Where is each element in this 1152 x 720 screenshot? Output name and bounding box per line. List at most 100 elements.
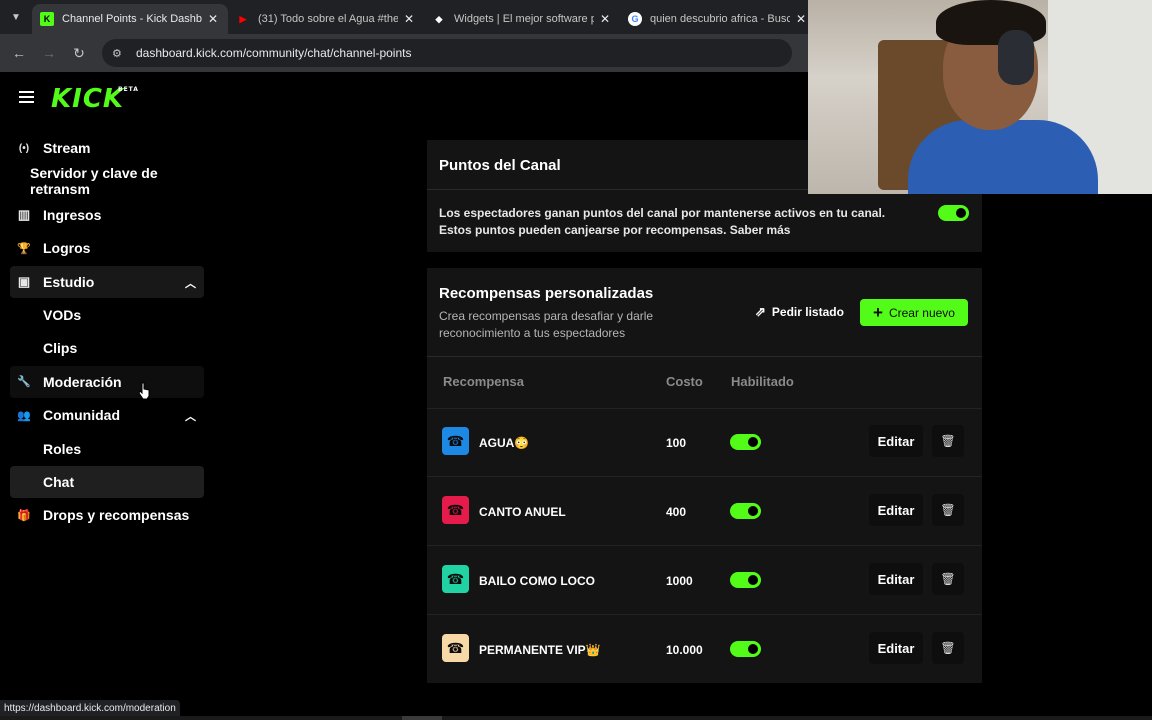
tab-close-icon[interactable]: ✕ <box>794 12 808 26</box>
reward-icon: ☎ <box>442 634 469 662</box>
sidebar-item-ingresos[interactable]: ▥ Ingresos <box>10 199 204 231</box>
sidebar-item-drops[interactable]: 🎁 Drops y recompensas <box>10 499 204 531</box>
mouse-cursor-icon <box>138 382 150 400</box>
sidebar-item-label: Estudio <box>43 273 95 290</box>
sidebar-item-estudio[interactable]: ▣ Estudio ︿ <box>10 265 204 298</box>
table-row: ☎ BAILO COMO LOCO 1000 Editar 🗑 <box>427 546 982 615</box>
broadcast-icon: (•) <box>18 142 30 154</box>
reward-name: BAILO COMO LOCO <box>479 574 595 588</box>
edit-button[interactable]: Editar <box>869 425 923 457</box>
list-chart-icon: ⇗ <box>755 304 766 319</box>
sidebar-item-label: Stream <box>43 140 91 156</box>
sidebar-item-label: Servidor y clave de retransm <box>30 165 158 198</box>
browser-tab[interactable]: ▶ (31) Todo sobre el Agua #thefo ✕ <box>228 4 424 34</box>
table-row: ☎ AGUA😳 100 Editar 🗑 <box>427 408 982 477</box>
tab-title: (31) Todo sobre el Agua #thefo <box>258 13 398 25</box>
reload-icon[interactable]: ↻ <box>64 45 94 62</box>
back-arrow-icon[interactable]: ← <box>4 45 34 61</box>
table-row: ☎ PERMANENTE VIP👑 10.000 Editar 🗑 <box>427 615 982 684</box>
sidebar-item-moderacion[interactable]: 🔧 Moderación <box>10 365 204 398</box>
edit-button[interactable]: Editar <box>869 494 923 526</box>
button-label: Pedir listado <box>771 305 844 319</box>
kick-favicon-icon: K <box>40 12 54 26</box>
section-title: Recompensas personalizadas <box>439 285 654 302</box>
tab-search-chevron-icon[interactable]: ▼ <box>0 0 32 34</box>
channel-points-description: Los espectadores ganan puntos del canal … <box>439 206 886 237</box>
headset-icon <box>998 30 1034 85</box>
plus-icon: + <box>873 302 883 322</box>
forward-arrow-icon[interactable]: → <box>34 45 64 61</box>
reward-icon: ☎ <box>442 565 469 593</box>
reward-enabled-toggle[interactable] <box>730 572 761 588</box>
wrench-icon: 🔧 <box>17 376 31 389</box>
sidebar-item-vods[interactable]: VODs <box>10 299 204 331</box>
sidebar-item-label: Ingresos <box>43 206 102 223</box>
community-icon: 👥 <box>17 409 31 422</box>
edit-button[interactable]: Editar <box>869 563 923 595</box>
create-new-button[interactable]: + Crear nuevo <box>860 299 968 326</box>
reward-cost: 1000 <box>666 574 693 588</box>
column-header-enabled: Habilitado <box>731 374 794 389</box>
address-bar[interactable]: ⚙ dashboard.kick.com/community/chat/chan… <box>102 39 792 67</box>
sidebar-item-logros[interactable]: 🏆 Logros <box>10 232 204 264</box>
reward-cost: 10.000 <box>666 643 703 657</box>
tab-close-icon[interactable]: ✕ <box>206 12 220 26</box>
browser-tab[interactable]: ◆ Widgets | El mejor software pa ✕ <box>424 4 620 34</box>
edit-button[interactable]: Editar <box>869 632 923 664</box>
sidebar-item-label: Logros <box>43 240 91 257</box>
reward-cost: 100 <box>666 436 687 450</box>
section-description: Crea recompensas para desafiar y darle r… <box>439 309 654 340</box>
sidebar-item-label: VODs <box>43 306 82 323</box>
logo-text: KICK <box>51 84 125 114</box>
tab-close-icon[interactable]: ✕ <box>598 12 612 26</box>
kick-logo[interactable]: KICK BETA <box>51 84 138 114</box>
reward-cost: 400 <box>666 505 687 519</box>
browser-tab[interactable]: G quien descubrio africa - Buscar ✕ <box>620 4 816 34</box>
horizontal-scrollbar[interactable] <box>0 716 1152 720</box>
reward-icon: ☎ <box>442 496 469 524</box>
request-list-button[interactable]: ⇗ Pedir listado <box>745 299 854 325</box>
reward-icon: ☎ <box>442 427 469 455</box>
reward-name: AGUA😳 <box>479 436 530 450</box>
tab-close-icon[interactable]: ✕ <box>402 12 416 26</box>
divider <box>427 356 982 357</box>
link-status-bubble: https://dashboard.kick.com/moderation <box>0 700 180 716</box>
trash-icon[interactable]: 🗑 <box>932 563 964 595</box>
channel-points-toggle[interactable] <box>938 205 969 221</box>
google-favicon-icon: G <box>628 12 642 26</box>
chevron-up-icon[interactable]: ︿ <box>185 275 196 291</box>
sidebar-item-stream[interactable]: (•) Stream <box>10 132 204 164</box>
widgets-favicon-icon: ◆ <box>435 13 443 24</box>
chart-icon: ▥ <box>17 206 31 222</box>
trash-icon[interactable]: 🗑 <box>932 425 964 457</box>
reward-name: PERMANENTE VIP👑 <box>479 643 601 657</box>
table-row: ☎ CANTO ANUEL 400 Editar 🗑 <box>427 477 982 546</box>
menu-icon[interactable] <box>19 91 34 103</box>
sidebar-item-label: Chat <box>43 473 75 490</box>
url-text: dashboard.kick.com/community/chat/channe… <box>136 46 412 60</box>
sidebar-item-comunidad[interactable]: 👥 Comunidad ︿ <box>10 399 204 431</box>
trophy-icon: 🏆 <box>17 242 31 255</box>
button-label: Crear nuevo <box>888 305 955 320</box>
sidebar-item-roles[interactable]: Roles <box>10 433 204 465</box>
trash-icon[interactable]: 🗑 <box>932 494 964 526</box>
sidebar-item-clips[interactable]: Clips <box>10 332 204 364</box>
sidebar-item-label: Roles <box>43 440 82 457</box>
sidebar-item-chat[interactable]: Chat <box>10 465 204 498</box>
reward-enabled-toggle[interactable] <box>730 641 761 657</box>
site-settings-icon[interactable]: ⚙ <box>112 47 126 60</box>
browser-tab[interactable]: K Channel Points - Kick Dashboard ✕ <box>32 4 228 34</box>
trash-icon[interactable]: 🗑 <box>932 632 964 664</box>
beta-badge: BETA <box>118 86 139 93</box>
reward-enabled-toggle[interactable] <box>730 434 761 450</box>
chevron-up-icon[interactable]: ︿ <box>185 408 196 424</box>
webcam-person-shirt <box>908 120 1098 194</box>
sidebar-item-label: Comunidad <box>43 407 120 424</box>
tab-title: quien descubrio africa - Buscar <box>650 13 790 25</box>
reward-name: CANTO ANUEL <box>479 505 566 519</box>
sidebar-item-stream-key[interactable]: Servidor y clave de retransm <box>10 165 204 197</box>
sidebar-item-label: Drops y recompensas <box>43 507 190 524</box>
page-title: Puntos del Canal <box>439 157 561 174</box>
sidebar: (•) Stream Servidor y clave de retransm … <box>10 132 204 533</box>
reward-enabled-toggle[interactable] <box>730 503 761 519</box>
